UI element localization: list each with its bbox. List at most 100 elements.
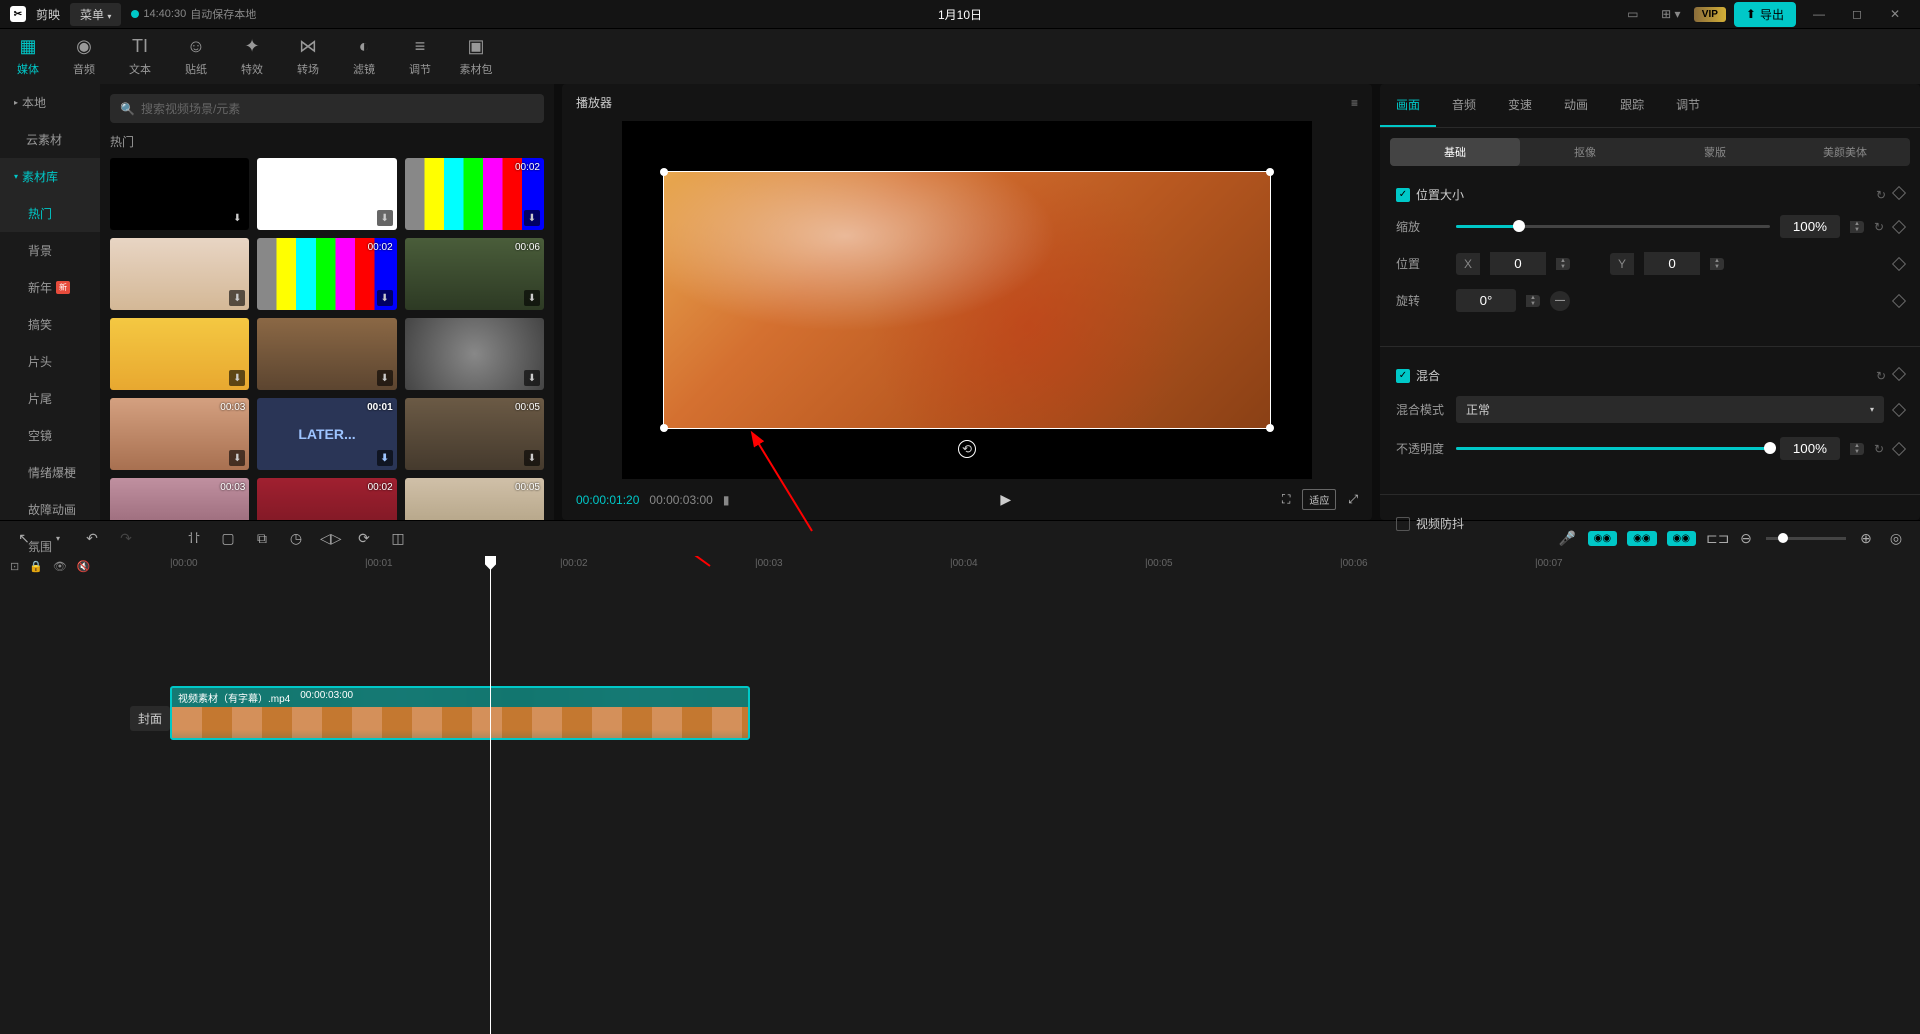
top-tab-贴纸[interactable]: ☺贴纸 (168, 36, 224, 77)
material-thumb[interactable]: 00:02⬇ (405, 158, 544, 230)
reset-icon[interactable]: ↻ (1876, 188, 1886, 202)
material-thumb[interactable]: 00:05⬇ (405, 478, 544, 520)
material-thumb[interactable]: 00:05⬇ (405, 398, 544, 470)
props-subtab-基础[interactable]: 基础 (1390, 138, 1520, 166)
download-icon[interactable]: ⬇ (524, 370, 540, 386)
video-frame[interactable]: ⟲ (663, 171, 1270, 429)
crop-tool[interactable]: ◫ (388, 530, 408, 547)
material-thumb[interactable]: 00:03⬇ (110, 398, 249, 470)
rotate-tool[interactable]: ⟳ (354, 530, 374, 547)
snap-aux-button[interactable]: ◉◉ (1627, 531, 1656, 546)
select-dropdown[interactable]: ▾ (48, 534, 68, 543)
resize-handle-bl[interactable] (660, 424, 668, 432)
keyframe-button[interactable] (1892, 185, 1906, 199)
sidebar-item-本地[interactable]: ▸本地 (0, 84, 100, 121)
y-input[interactable] (1644, 252, 1700, 275)
rotate-handle[interactable]: ⟲ (958, 440, 976, 458)
select-tool[interactable]: ↖ (14, 530, 34, 547)
material-thumb[interactable]: ⬇ (405, 318, 544, 390)
opacity-slider[interactable] (1456, 447, 1770, 450)
top-tab-滤镜[interactable]: ◐滤镜 (336, 36, 392, 77)
top-tab-调节[interactable]: ≡调节 (392, 36, 448, 77)
download-icon[interactable]: ⬇ (377, 210, 393, 226)
scale-input[interactable] (1780, 215, 1840, 238)
rotate-input[interactable] (1456, 289, 1516, 312)
material-thumb[interactable]: 00:02⬇ (257, 478, 396, 520)
blend-reset-icon[interactable]: ↻ (1876, 369, 1886, 383)
track-lock-icon[interactable]: ⊡ (10, 560, 19, 573)
top-tab-素材包[interactable]: ▣素材包 (448, 36, 504, 77)
zoom-fit-icon[interactable]: ◎ (1886, 530, 1906, 547)
delete-tool[interactable]: ▢ (218, 530, 238, 547)
blend-mode-select[interactable]: 正常 ▾ (1456, 396, 1884, 423)
props-subtab-蒙版[interactable]: 蒙版 (1650, 138, 1780, 166)
sidebar-item-素材库[interactable]: ▾素材库 (0, 158, 100, 195)
blend-keyframe[interactable] (1892, 366, 1906, 380)
zoom-out-icon[interactable]: ⊖ (1736, 530, 1756, 547)
material-thumb[interactable]: LATER...00:01⬇ (257, 398, 396, 470)
fullscreen-icon[interactable]: ⤢ (1348, 492, 1358, 507)
material-thumb[interactable]: ⬇ (110, 238, 249, 310)
download-icon[interactable]: ⬇ (524, 450, 540, 466)
position-size-checkbox[interactable]: ✓ (1396, 188, 1410, 202)
props-tab-画面[interactable]: 画面 (1380, 84, 1436, 127)
download-icon[interactable]: ⬇ (229, 370, 245, 386)
player-viewport[interactable]: ⟲ (622, 121, 1312, 479)
top-tab-文本[interactable]: TI文本 (112, 36, 168, 77)
download-icon[interactable]: ⬇ (524, 210, 540, 226)
props-tab-跟踪[interactable]: 跟踪 (1604, 84, 1660, 127)
download-icon[interactable]: ⬇ (229, 210, 245, 226)
ratio-button[interactable]: 适应 (1302, 489, 1336, 510)
download-icon[interactable]: ⬇ (229, 290, 245, 306)
props-tab-调节[interactable]: 调节 (1660, 84, 1716, 127)
scale-slider[interactable] (1456, 225, 1770, 228)
top-tab-转场[interactable]: ⋈转场 (280, 36, 336, 77)
download-icon[interactable]: ⬇ (377, 370, 393, 386)
close-button[interactable]: ✕ (1880, 7, 1910, 21)
resize-handle-tr[interactable] (1266, 168, 1274, 176)
minimize-button[interactable]: — (1804, 7, 1834, 21)
material-thumb[interactable]: ⬇ (257, 318, 396, 390)
props-subtab-美颜美体[interactable]: 美颜美体 (1780, 138, 1910, 166)
download-icon[interactable]: ⬇ (377, 290, 393, 306)
blend-mode-keyframe[interactable] (1892, 402, 1906, 416)
sidebar-sub-热门[interactable]: 热门 (0, 195, 100, 232)
sidebar-sub-搞笑[interactable]: 搞笑 (0, 306, 100, 343)
sidebar-sub-情绪爆梗[interactable]: 情绪爆梗 (0, 454, 100, 491)
marker-icon[interactable]: ▮ (723, 493, 730, 507)
material-thumb[interactable]: ⬇ (257, 158, 396, 230)
export-button[interactable]: ⬆ 导出 (1734, 2, 1796, 27)
speed-tool[interactable]: ◷ (286, 530, 306, 547)
mic-icon[interactable]: 🎤 (1558, 530, 1578, 547)
layout-icon[interactable]: ▭ (1618, 7, 1648, 21)
zoom-slider[interactable] (1766, 537, 1846, 540)
props-tab-动画[interactable]: 动画 (1548, 84, 1604, 127)
flip-button[interactable]: — (1550, 291, 1570, 311)
opacity-keyframe[interactable] (1892, 441, 1906, 455)
blend-checkbox[interactable]: ✓ (1396, 369, 1410, 383)
cover-button[interactable]: 封面 (130, 706, 170, 731)
sidebar-sub-片尾[interactable]: 片尾 (0, 380, 100, 417)
resize-handle-br[interactable] (1266, 424, 1274, 432)
player-menu-icon[interactable]: ≡ (1351, 96, 1358, 110)
track-lock2-icon[interactable]: 🔒 (29, 560, 43, 573)
vip-badge[interactable]: VIP (1694, 7, 1726, 22)
download-icon[interactable]: ⬇ (377, 450, 393, 466)
top-tab-媒体[interactable]: ▦媒体 (0, 36, 56, 77)
top-tab-音频[interactable]: ◉音频 (56, 36, 112, 77)
menu-button[interactable]: 菜单 ▾ (70, 3, 121, 26)
track-eye-icon[interactable]: 👁 (53, 560, 67, 573)
playhead[interactable] (490, 556, 491, 1034)
panel-icon[interactable]: ⊞ ▾ (1656, 7, 1686, 21)
track-mute-icon[interactable]: 🔇 (77, 560, 91, 573)
material-thumb[interactable]: ⬇ (110, 158, 249, 230)
snap-third-button[interactable]: ◉◉ (1667, 531, 1696, 546)
rotate-keyframe[interactable] (1892, 293, 1906, 307)
scale-reset-icon[interactable]: ↻ (1874, 220, 1884, 234)
video-clip[interactable]: 视频素材（有字幕）.mp4 00:00:03:00 (170, 686, 750, 740)
undo-button[interactable]: ↶ (82, 530, 102, 547)
sidebar-item-云素材[interactable]: 云素材 (0, 121, 100, 158)
sidebar-sub-故障动画[interactable]: 故障动画 (0, 491, 100, 528)
snap-main-button[interactable]: ◉◉ (1588, 531, 1617, 546)
search-input[interactable]: 🔍 搜索视频场景/元素 (110, 94, 544, 123)
